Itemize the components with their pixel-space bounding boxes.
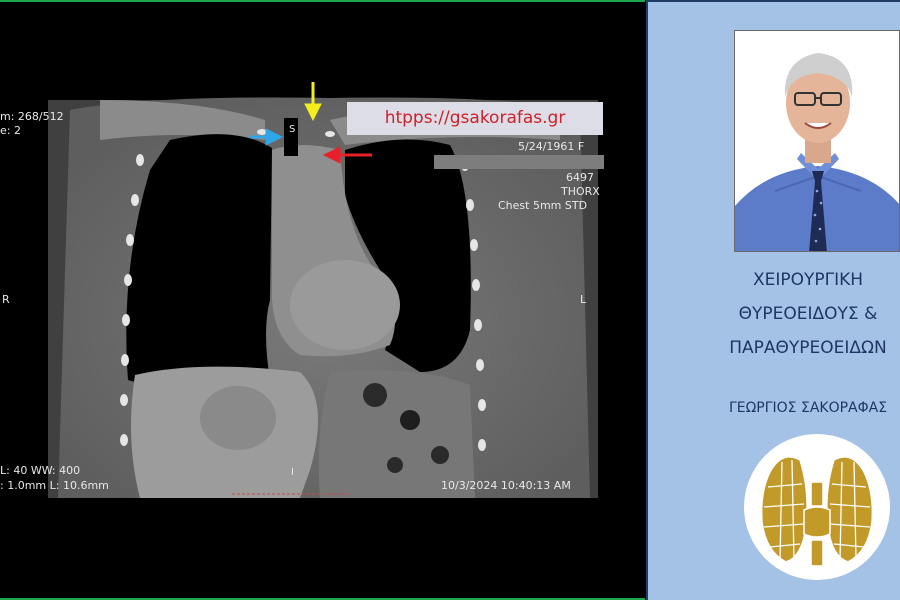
- specialty-title-line-3: ΠΑΡΑΘΥΡΕΟΕΙΔΩΝ: [729, 338, 887, 358]
- study-type-text: THORX: [561, 185, 600, 198]
- portrait-illustration: [735, 31, 899, 251]
- side-left-label: L: [580, 293, 587, 306]
- marker-i: I: [291, 467, 294, 478]
- datetime-text: 10/3/2024 10:40:13 AM: [441, 479, 571, 492]
- slice-info-text: : 1.0mm L: 10.6mm: [0, 479, 109, 492]
- side-right-label: R: [2, 293, 10, 306]
- thyroid-logo: [744, 434, 890, 580]
- profile-photo: [734, 30, 900, 252]
- series-text: e: 2: [0, 124, 21, 137]
- heart: [290, 260, 400, 350]
- study-id-text: 6497: [566, 171, 594, 184]
- protocol-text: Chest 5mm STD: [498, 199, 588, 212]
- window-level-text: L: 40 WW: 400: [0, 464, 81, 477]
- profile-panel: ΧΕΙΡΟΥΡΓΙΚΗ ΘΥΡΕΟΕΙΔΟΥΣ & ΠΑΡΑΘΥΡΕΟΕΙΔΩΝ…: [646, 0, 900, 600]
- marker-s: S: [289, 124, 296, 135]
- specialty-title-line-2: ΘΥΡΕΟΕΙΔΟΥΣ &: [738, 304, 878, 324]
- dob-sex-text: 5/24/1961 F: [518, 140, 585, 153]
- url-watermark: htpps://gsakorafas.gr: [347, 102, 603, 135]
- image-number-text: m: 268/512: [0, 110, 64, 123]
- ct-viewer: m: 268/512 e: 2 S 5/24/1961 F 6497 THORX…: [0, 0, 645, 600]
- author-name: ΓΕΩΡΓΙΟΣ ΣΑΚΟΡΑΦΑΣ: [728, 400, 888, 416]
- specialty-title-line-1: ΧΕΙΡΟΥΡΓΙΚΗ: [752, 270, 864, 290]
- ct-coronal-image: [48, 82, 598, 498]
- redaction-bar: [434, 155, 604, 169]
